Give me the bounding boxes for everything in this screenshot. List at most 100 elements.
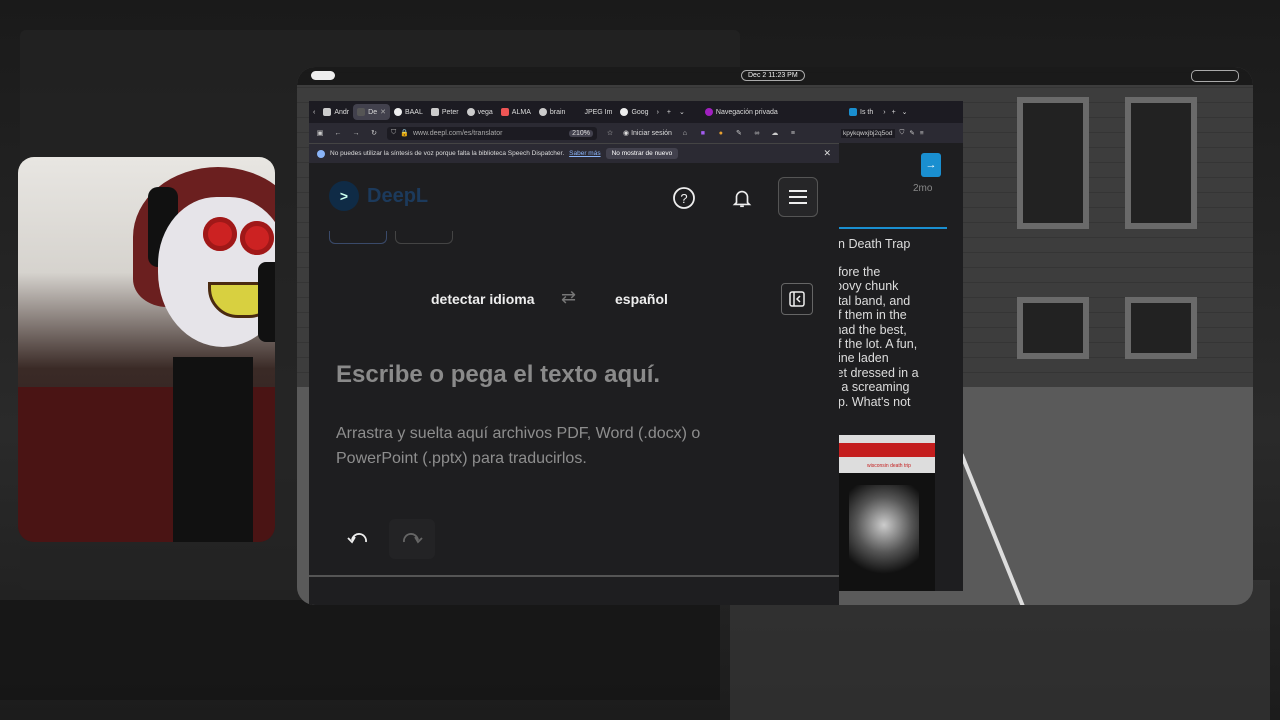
tab-translate-text[interactable]	[329, 231, 387, 244]
tab-label: vega	[477, 108, 493, 116]
tab-scroll-right[interactable]: ›	[883, 109, 885, 116]
swap-languages-icon[interactable]: ⇄	[561, 287, 576, 308]
hoodie	[173, 357, 253, 542]
notice-text: No puedes utilizar la síntesis de voz po…	[330, 150, 565, 157]
extension-icon[interactable]: ∞	[752, 130, 762, 137]
bookmark-star-icon[interactable]: ☆	[605, 129, 615, 137]
tab-translate-files[interactable]	[395, 231, 453, 244]
favicon-icon	[620, 108, 629, 116]
deepl-logo-text: DeepL	[367, 184, 429, 207]
tab-label: Goog	[631, 108, 649, 116]
back-arrow-icon[interactable]: ←	[333, 130, 343, 137]
blurred-footer	[0, 600, 720, 700]
url-bar[interactable]: ⛉ 🔒 www.deepl.com/es/translator 210%	[387, 126, 597, 140]
tab-label: JPEG Im	[584, 108, 613, 116]
mask-right-eye	[240, 221, 274, 255]
cover-face	[849, 485, 919, 585]
album-cover-image[interactable]: wisconsin death trip	[839, 435, 935, 591]
tab-label: brain	[549, 108, 566, 116]
tab[interactable]: Peter	[427, 104, 463, 120]
url-text: www.deepl.com/es/translator	[412, 129, 503, 137]
favicon-icon	[500, 108, 509, 116]
post-age: 2mo	[913, 183, 933, 194]
help-button[interactable]: ?	[671, 185, 697, 211]
tab-list-chevron-icon[interactable]: ⌄	[675, 104, 689, 120]
tab-scroll-right[interactable]: ›	[653, 104, 663, 120]
collapse-panel-icon	[789, 291, 805, 307]
reload-icon[interactable]: ↻	[369, 129, 379, 137]
lock-icon[interactable]: 🔒	[400, 129, 409, 137]
help-icon: ?	[673, 187, 695, 209]
favicon-icon	[393, 108, 402, 116]
private-label: Navegación privada	[715, 108, 778, 116]
menu-icon[interactable]: ≡	[920, 130, 924, 137]
info-icon	[317, 149, 325, 158]
post-body: efore the roovy chunk etal band, and of …	[839, 265, 919, 409]
activities-pill[interactable]	[311, 71, 335, 80]
tab[interactable]: BAAL	[390, 104, 427, 120]
signin-button[interactable]: ◉ Iniciar sesión	[623, 129, 672, 137]
favicon-icon	[849, 108, 857, 116]
bell-icon	[732, 190, 752, 208]
source-language-selector[interactable]: detectar idioma	[431, 291, 534, 307]
signin-label: Iniciar sesión	[631, 130, 672, 137]
tab[interactable]: ALMA	[497, 104, 535, 120]
deepl-logo[interactable]: > DeepL	[329, 181, 428, 211]
system-tray[interactable]	[1191, 70, 1239, 82]
extension-icon[interactable]: ●	[716, 130, 726, 137]
redo-icon	[403, 533, 423, 544]
login-icon[interactable]: →	[921, 153, 941, 177]
favicon-icon	[357, 108, 366, 116]
editor-placeholder: Escribe o pega el texto aquí.	[336, 361, 661, 388]
zoom-indicator[interactable]: 210%	[569, 129, 593, 137]
microphone	[258, 262, 275, 342]
collapse-panel-button[interactable]	[781, 283, 813, 315]
pocket-icon[interactable]: ⌂	[680, 130, 690, 137]
favicon-icon	[538, 108, 547, 116]
forward-arrow-icon[interactable]: →	[351, 130, 361, 137]
tab[interactable]: brain	[535, 104, 570, 120]
close-icon[interactable]: ✕	[823, 148, 831, 159]
side-url-text[interactable]: kpykqwxjbj2q5od	[841, 128, 895, 138]
tab[interactable]: vega	[463, 104, 497, 120]
clock[interactable]: Dec 2 11:23 PM	[741, 70, 805, 81]
extension-icon[interactable]: ✎	[734, 129, 744, 137]
shield-icon[interactable]: ⛉	[900, 129, 905, 137]
tab-scroll-left[interactable]: ‹	[309, 104, 319, 120]
menu-icon[interactable]: ≡	[788, 130, 798, 137]
sidebar-toggle-icon[interactable]: ▣	[315, 129, 325, 137]
notifications-button[interactable]	[729, 185, 755, 211]
extension-icon[interactable]: ✎	[909, 129, 914, 137]
undo-button[interactable]	[335, 519, 381, 559]
tab-active[interactable]: De ✕	[353, 104, 390, 120]
tab[interactable]: Andr	[319, 104, 353, 120]
dont-show-again-button[interactable]: No mostrar de nuevo	[605, 148, 679, 159]
side-header: → 2mo	[839, 143, 963, 229]
new-tab-button[interactable]: +	[892, 109, 896, 116]
tab-label: BAAL	[404, 108, 423, 116]
favicon-icon	[430, 108, 439, 116]
cover-red-stripe	[839, 443, 935, 457]
learn-more-link[interactable]: Saber más	[569, 150, 600, 157]
cover-text: wisconsin death trip	[867, 463, 911, 469]
language-bar: detectar idioma ⇄ español	[309, 269, 839, 330]
tab[interactable]: Is th	[845, 104, 877, 120]
source-text-area[interactable]: Escribe o pega el texto aquí. Arrastra y…	[309, 329, 839, 577]
webcam-feed	[18, 157, 275, 542]
redo-button[interactable]	[389, 519, 435, 559]
new-tab-button[interactable]: +	[663, 104, 675, 120]
target-language-selector[interactable]: español	[615, 291, 668, 307]
post-title: sin Death Trap	[839, 237, 911, 251]
notification-bar: No puedes utilizar la síntesis de voz po…	[309, 143, 839, 163]
building-window	[1017, 97, 1089, 229]
tab-list-chevron-icon[interactable]: ⌄	[902, 108, 908, 116]
hamburger-menu-button[interactable]	[778, 177, 818, 217]
tab[interactable]: JPEG Im	[569, 104, 616, 120]
extension-icon[interactable]: ☁	[770, 129, 780, 137]
tab[interactable]: Goog	[616, 104, 652, 120]
svg-text:?: ?	[680, 191, 687, 206]
shield-icon[interactable]: ⛉	[391, 129, 396, 137]
close-tab-icon[interactable]: ✕	[380, 108, 386, 116]
extension-icon[interactable]: ■	[698, 130, 708, 137]
second-browser-window: Is th › + ⌄ kpykqwxjbj2q5od ⛉ ✎ ≡ → 2mo …	[839, 101, 963, 591]
